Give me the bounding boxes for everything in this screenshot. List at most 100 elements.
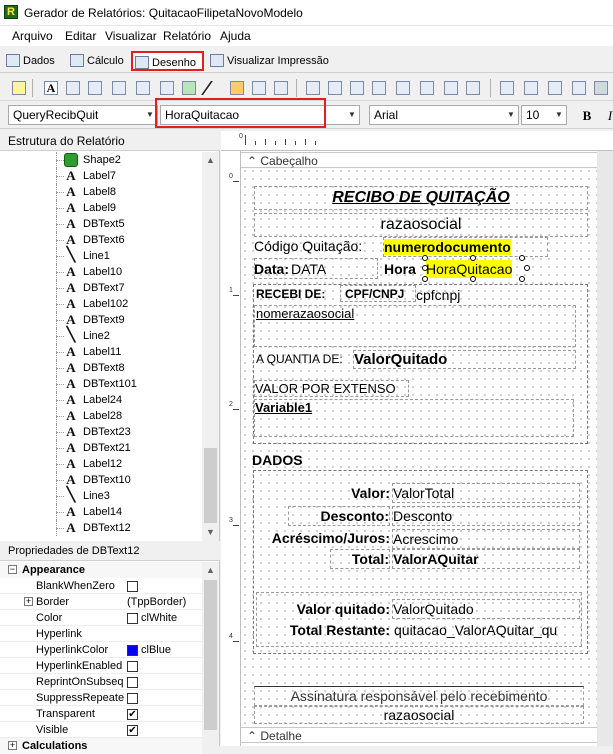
checkbox-empty-icon[interactable] — [127, 661, 138, 672]
hora-label[interactable]: Hora — [384, 260, 416, 278]
dbtext-tool-icon[interactable] — [328, 81, 342, 95]
tree-item[interactable]: A Label28 — [0, 408, 200, 424]
bold-button[interactable]: B — [578, 107, 596, 125]
menu-arquivo[interactable]: Arquivo — [12, 29, 53, 43]
tree-item[interactable]: A DBText5 — [0, 216, 200, 232]
font-combo[interactable]: Arial ▼ — [369, 105, 519, 125]
dblabel-tool-icon[interactable] — [306, 81, 320, 95]
tree-item[interactable]: A DBText8 — [0, 360, 200, 376]
chevron-down-icon[interactable]: ▼ — [504, 106, 518, 124]
desconto-value[interactable]: Desconto — [392, 506, 580, 526]
property-value[interactable]: (TppBorder) — [127, 594, 203, 610]
category-appearance[interactable]: − Appearance — [0, 562, 202, 578]
shape-tool-icon[interactable] — [160, 81, 174, 95]
tree-item[interactable]: ╲ Line1 — [0, 248, 200, 264]
dbimage-tool-icon[interactable] — [420, 81, 434, 95]
tree-item[interactable]: A DBText21 — [0, 440, 200, 456]
tree-item[interactable]: A Label9 — [0, 200, 200, 216]
menu-editar[interactable]: Editar — [65, 29, 96, 43]
extenso-label[interactable]: VALOR POR EXTENSO — [254, 380, 409, 397]
selection-handle[interactable] — [470, 255, 476, 261]
scroll-thumb[interactable] — [204, 580, 217, 730]
checkbox-empty-icon[interactable] — [127, 693, 138, 704]
scroll-thumb[interactable] — [204, 448, 217, 523]
calc-tool-icon[interactable] — [112, 81, 126, 95]
scroll-up-icon[interactable]: ▲ — [202, 152, 219, 169]
quantia-value[interactable]: ValorQuitado — [353, 350, 576, 369]
recebi-label[interactable]: RECEBI DE: — [256, 287, 325, 301]
restante-label[interactable]: Total Restante: — [266, 621, 390, 639]
menu-ajuda[interactable]: Ajuda — [220, 29, 251, 43]
dados-label[interactable]: DADOS — [252, 452, 303, 469]
total-value[interactable]: ValorAQuitar — [392, 549, 580, 569]
selection-handle[interactable] — [422, 276, 428, 282]
property-row[interactable]: + Border (TppBorder) — [0, 594, 202, 610]
property-row[interactable]: SuppressRepeatedValues — [0, 690, 202, 706]
selection-handle[interactable] — [422, 265, 428, 271]
checkbox-empty-icon[interactable] — [127, 677, 138, 688]
band-cabecalho[interactable]: ⌃ Cabeçalho — [241, 152, 597, 168]
restante-value[interactable]: quitacao_ValorAQuitar_qu — [394, 621, 584, 639]
tree-item[interactable]: A DBText12 — [0, 520, 200, 536]
checkbox-checked-icon[interactable]: ✔ — [127, 709, 138, 720]
select-arrow-icon[interactable] — [12, 81, 26, 95]
quantia-label[interactable]: A QUANTIA DE: — [256, 352, 343, 366]
property-row[interactable]: BlankWhenZero — [0, 578, 202, 594]
property-row[interactable]: ReprintOnSubsequent — [0, 674, 202, 690]
expand-icon[interactable]: + — [24, 597, 33, 606]
tree-item[interactable]: A Label102 — [0, 296, 200, 312]
selection-handle[interactable] — [519, 276, 525, 282]
tree-item[interactable]: A DBText7 — [0, 280, 200, 296]
subreport-tool-icon[interactable] — [524, 81, 538, 95]
tree-item[interactable]: A Label8 — [0, 184, 200, 200]
total-label[interactable]: Total: — [330, 549, 390, 569]
tree-item[interactable]: A DBText101 — [0, 376, 200, 392]
pagebreak-tool-icon[interactable] — [548, 81, 562, 95]
region-tool-icon[interactable] — [500, 81, 514, 95]
selection-handle[interactable] — [422, 255, 428, 261]
quitado-value[interactable]: ValorQuitado — [392, 599, 580, 619]
properties-scrollbar[interactable]: ▲ — [202, 562, 219, 746]
tab-calculo[interactable]: Cálculo — [68, 51, 130, 71]
checkbox-checked-icon[interactable]: ✔ — [127, 725, 138, 736]
tree-item[interactable]: A DBText23 — [0, 424, 200, 440]
selection-handle[interactable] — [524, 265, 530, 271]
cpf-value[interactable]: cpfcnpj — [416, 287, 460, 303]
selection-handle[interactable] — [519, 255, 525, 261]
dbcalc-tool-icon[interactable] — [396, 81, 410, 95]
tree-item[interactable]: A DBText9 — [0, 312, 200, 328]
richtext-tool-icon[interactable] — [88, 81, 102, 95]
dbmemo-tool-icon[interactable] — [350, 81, 364, 95]
tree-item[interactable]: A Label11 — [0, 344, 200, 360]
chevron-down-icon[interactable]: ▼ — [552, 106, 566, 124]
chart-tool-icon[interactable] — [230, 81, 244, 95]
valor-value[interactable]: ValorTotal — [392, 483, 580, 503]
property-row[interactable]: HyperlinkColor clBlue — [0, 642, 202, 658]
quitado-label[interactable]: Valor quitado: — [266, 600, 390, 618]
menu-visualizar[interactable]: Visualizar — [105, 29, 157, 43]
band-detalhe[interactable]: ⌃ Detalhe — [241, 727, 597, 743]
crosstab-tool-icon[interactable] — [572, 81, 586, 95]
memo-tool-icon[interactable] — [66, 81, 80, 95]
assinatura-label[interactable]: Assinatura responsável pelo recebimento — [254, 686, 584, 706]
desconto-label[interactable]: Desconto: — [288, 506, 390, 526]
dbbarcode-tool-icon[interactable] — [444, 81, 458, 95]
razaosocial-bottom[interactable]: razaosocial — [254, 706, 584, 724]
codigo-label[interactable]: Código Quitação: — [254, 237, 362, 255]
tree-item[interactable]: A Label14 — [0, 504, 200, 520]
tree-item[interactable]: A DBText10 — [0, 472, 200, 488]
tree-item[interactable]: A Label24 — [0, 392, 200, 408]
selection-handle[interactable] — [470, 276, 476, 282]
dbchart-tool-icon[interactable] — [466, 81, 480, 95]
dbrichtext-tool-icon[interactable] — [372, 81, 386, 95]
grid-tool-icon[interactable] — [274, 81, 288, 95]
italic-button[interactable]: I — [601, 107, 613, 125]
tab-desenho[interactable]: Desenho — [131, 51, 204, 71]
extenso-value[interactable]: Variable1 — [254, 399, 574, 437]
tree-item[interactable]: Shape2 — [0, 152, 200, 168]
property-row[interactable]: Visible ✔ — [0, 722, 202, 738]
property-row[interactable]: HyperlinkEnabled — [0, 658, 202, 674]
scroll-down-icon[interactable]: ▼ — [202, 524, 219, 541]
scroll-up-icon[interactable]: ▲ — [202, 562, 219, 579]
nome-value[interactable]: nomerazaosocial — [254, 305, 576, 347]
